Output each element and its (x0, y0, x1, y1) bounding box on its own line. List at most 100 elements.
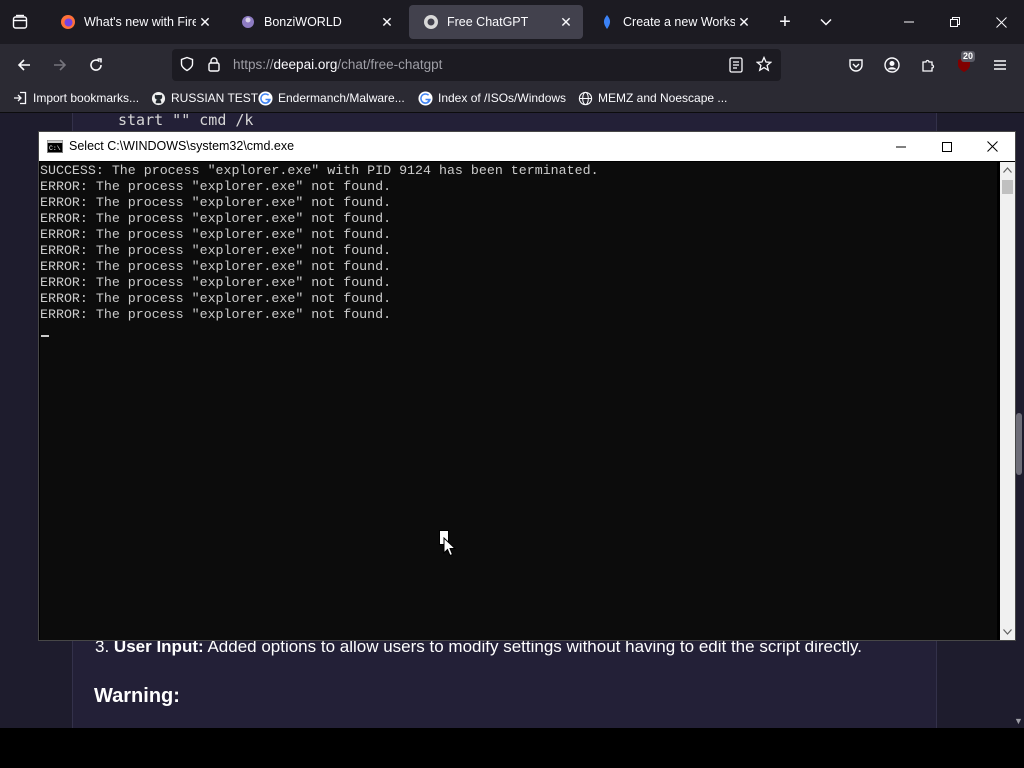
console-line: ERROR: The process "explorer.exe" not fo… (40, 259, 392, 274)
cmd-minimize-button[interactable] (878, 132, 924, 161)
console-output[interactable]: SUCCESS: The process "explorer.exe" with… (40, 162, 997, 640)
restore-icon (950, 17, 960, 27)
minimize-icon (904, 21, 914, 23)
lock-icon[interactable] (206, 56, 222, 77)
maximize-icon (942, 141, 952, 152)
code-snippet: start "" cmd /k (118, 113, 254, 129)
minimize-button[interactable] (886, 8, 932, 36)
bookmark-russian-test[interactable]: RUSSIAN TEST (150, 90, 258, 106)
cmd-titlebar[interactable]: C:\ Select C:\WINDOWS\system32\cmd.exe (39, 132, 1015, 161)
restore-button[interactable] (932, 8, 978, 36)
pocket-icon (849, 59, 863, 72)
reader-view-icon[interactable] (729, 57, 743, 78)
firefox-view-button[interactable] (6, 8, 34, 36)
bookmark-endermanch-malware[interactable]: Endermanch/Malware... (257, 90, 405, 106)
tab-title: Free ChatGPT (447, 15, 529, 29)
github-icon (150, 90, 166, 106)
bookmark-label: Endermanch/Malware... (278, 91, 405, 105)
console-line: ERROR: The process "explorer.exe" not fo… (40, 227, 392, 242)
close-icon[interactable]: ✕ (196, 14, 214, 31)
close-icon[interactable]: ✕ (557, 14, 575, 31)
bookmark-label: Index of /ISOs/Windows (438, 91, 567, 105)
extension-badge: 20 (961, 51, 976, 62)
tab-title: BonziWORLD (264, 15, 342, 29)
scroll-down-arrow-icon[interactable] (1000, 624, 1015, 640)
bookmark-memz-noescape[interactable]: MEMZ and Noescape ... (577, 90, 727, 106)
mouse-pointer-icon (443, 537, 456, 557)
svg-text:C:\: C:\ (49, 145, 61, 152)
app-menu-button[interactable] (986, 51, 1014, 79)
url-host: deepai.org (273, 57, 338, 72)
google-icon (257, 90, 273, 106)
url-path: /chat/free-chatgpt (337, 57, 443, 72)
scroll-down-arrow-icon[interactable]: ▼ (1014, 716, 1023, 726)
tab-bonziworld[interactable]: BonziWORLD ✕ (226, 5, 404, 39)
bookmark-star-icon[interactable] (755, 55, 773, 77)
bookmarks-toolbar: Import bookmarks... RUSSIAN TEST Enderma… (0, 86, 1024, 113)
google-icon (417, 90, 433, 106)
close-icon (986, 141, 998, 152)
console-line: ERROR: The process "explorer.exe" not fo… (40, 179, 392, 194)
workspace-icon (599, 14, 615, 30)
import-icon (12, 90, 28, 106)
reload-button[interactable] (82, 51, 110, 79)
page-scrollbar-thumb[interactable] (1016, 413, 1022, 475)
tab-free-chatgpt[interactable]: Free ChatGPT ✕ (409, 5, 583, 39)
new-tab-button[interactable]: + (771, 8, 799, 36)
arrow-left-icon (17, 59, 30, 71)
url-text[interactable]: https://deepai.org/chat/free-chatgpt (233, 57, 442, 72)
console-line: ERROR: The process "explorer.exe" not fo… (40, 211, 392, 226)
close-window-button[interactable] (978, 8, 1024, 36)
ublock-extension-button[interactable]: 20 (950, 51, 978, 79)
tab-title: What's new with Firefo (84, 15, 196, 29)
forward-button[interactable] (46, 51, 74, 79)
chevron-down-icon (820, 18, 832, 26)
plus-icon: + (779, 10, 791, 33)
tab-create-workspace[interactable]: Create a new Workspac ✕ (585, 5, 761, 39)
console-line: ERROR: The process "explorer.exe" not fo… (40, 243, 392, 258)
deepai-icon (423, 14, 439, 30)
tab-whats-new[interactable]: What's new with Firefo ✕ (46, 5, 222, 39)
cmd-close-button[interactable] (969, 132, 1015, 161)
account-icon (884, 57, 900, 73)
firefox-view-icon (12, 14, 28, 29)
console-line: SUCCESS: The process "explorer.exe" with… (40, 163, 599, 178)
cmd-maximize-button[interactable] (924, 132, 970, 161)
minimize-icon (896, 146, 906, 147)
firefox-icon (60, 14, 76, 30)
scroll-up-arrow-icon[interactable] (1000, 162, 1015, 178)
cmd-window[interactable]: C:\ Select C:\WINDOWS\system32\cmd.exe S… (38, 131, 1016, 641)
globe-icon (577, 90, 593, 106)
tab-title: Create a new Workspac (623, 15, 735, 29)
tracking-protection-icon[interactable] (179, 56, 195, 77)
cmd-title: Select C:\WINDOWS\system32\cmd.exe (69, 139, 295, 153)
tab-strip: What's new with Firefo ✕ BonziWORLD ✕ Fr… (0, 0, 1024, 44)
arrow-right-icon (54, 59, 67, 71)
console-scrollbar[interactable] (1000, 162, 1015, 640)
bookmark-label: RUSSIAN TEST (171, 91, 259, 105)
list-all-tabs-button[interactable] (812, 8, 840, 36)
console-app-icon: C:\ (47, 140, 63, 158)
url-bar[interactable]: https://deepai.org/chat/free-chatgpt (172, 49, 781, 81)
hamburger-menu-icon (994, 60, 1006, 70)
bookmark-index-isos-windows[interactable]: Index of /ISOs/Windows (417, 90, 566, 106)
text-cursor (41, 335, 49, 337)
close-icon (995, 16, 1007, 28)
back-button[interactable] (10, 51, 38, 79)
console-line: ERROR: The process "explorer.exe" not fo… (40, 195, 392, 210)
bookmark-label: MEMZ and Noescape ... (598, 91, 728, 105)
close-icon[interactable]: ✕ (735, 14, 753, 31)
console-line: ERROR: The process "explorer.exe" not fo… (40, 291, 392, 306)
close-icon[interactable]: ✕ (378, 14, 396, 31)
account-button[interactable] (878, 51, 906, 79)
bookmark-import[interactable]: Import bookmarks... (12, 90, 139, 106)
bonzi-icon (240, 14, 256, 30)
extensions-button[interactable] (914, 51, 942, 79)
pocket-button[interactable] (842, 51, 870, 79)
console-line: ERROR: The process "explorer.exe" not fo… (40, 275, 392, 290)
taskbar-area (0, 728, 1024, 768)
warning-heading: Warning: (94, 685, 180, 707)
console-scrollbar-thumb[interactable] (1002, 180, 1013, 194)
url-prefix: https:// (233, 57, 274, 72)
bookmark-label: Import bookmarks... (33, 91, 140, 105)
